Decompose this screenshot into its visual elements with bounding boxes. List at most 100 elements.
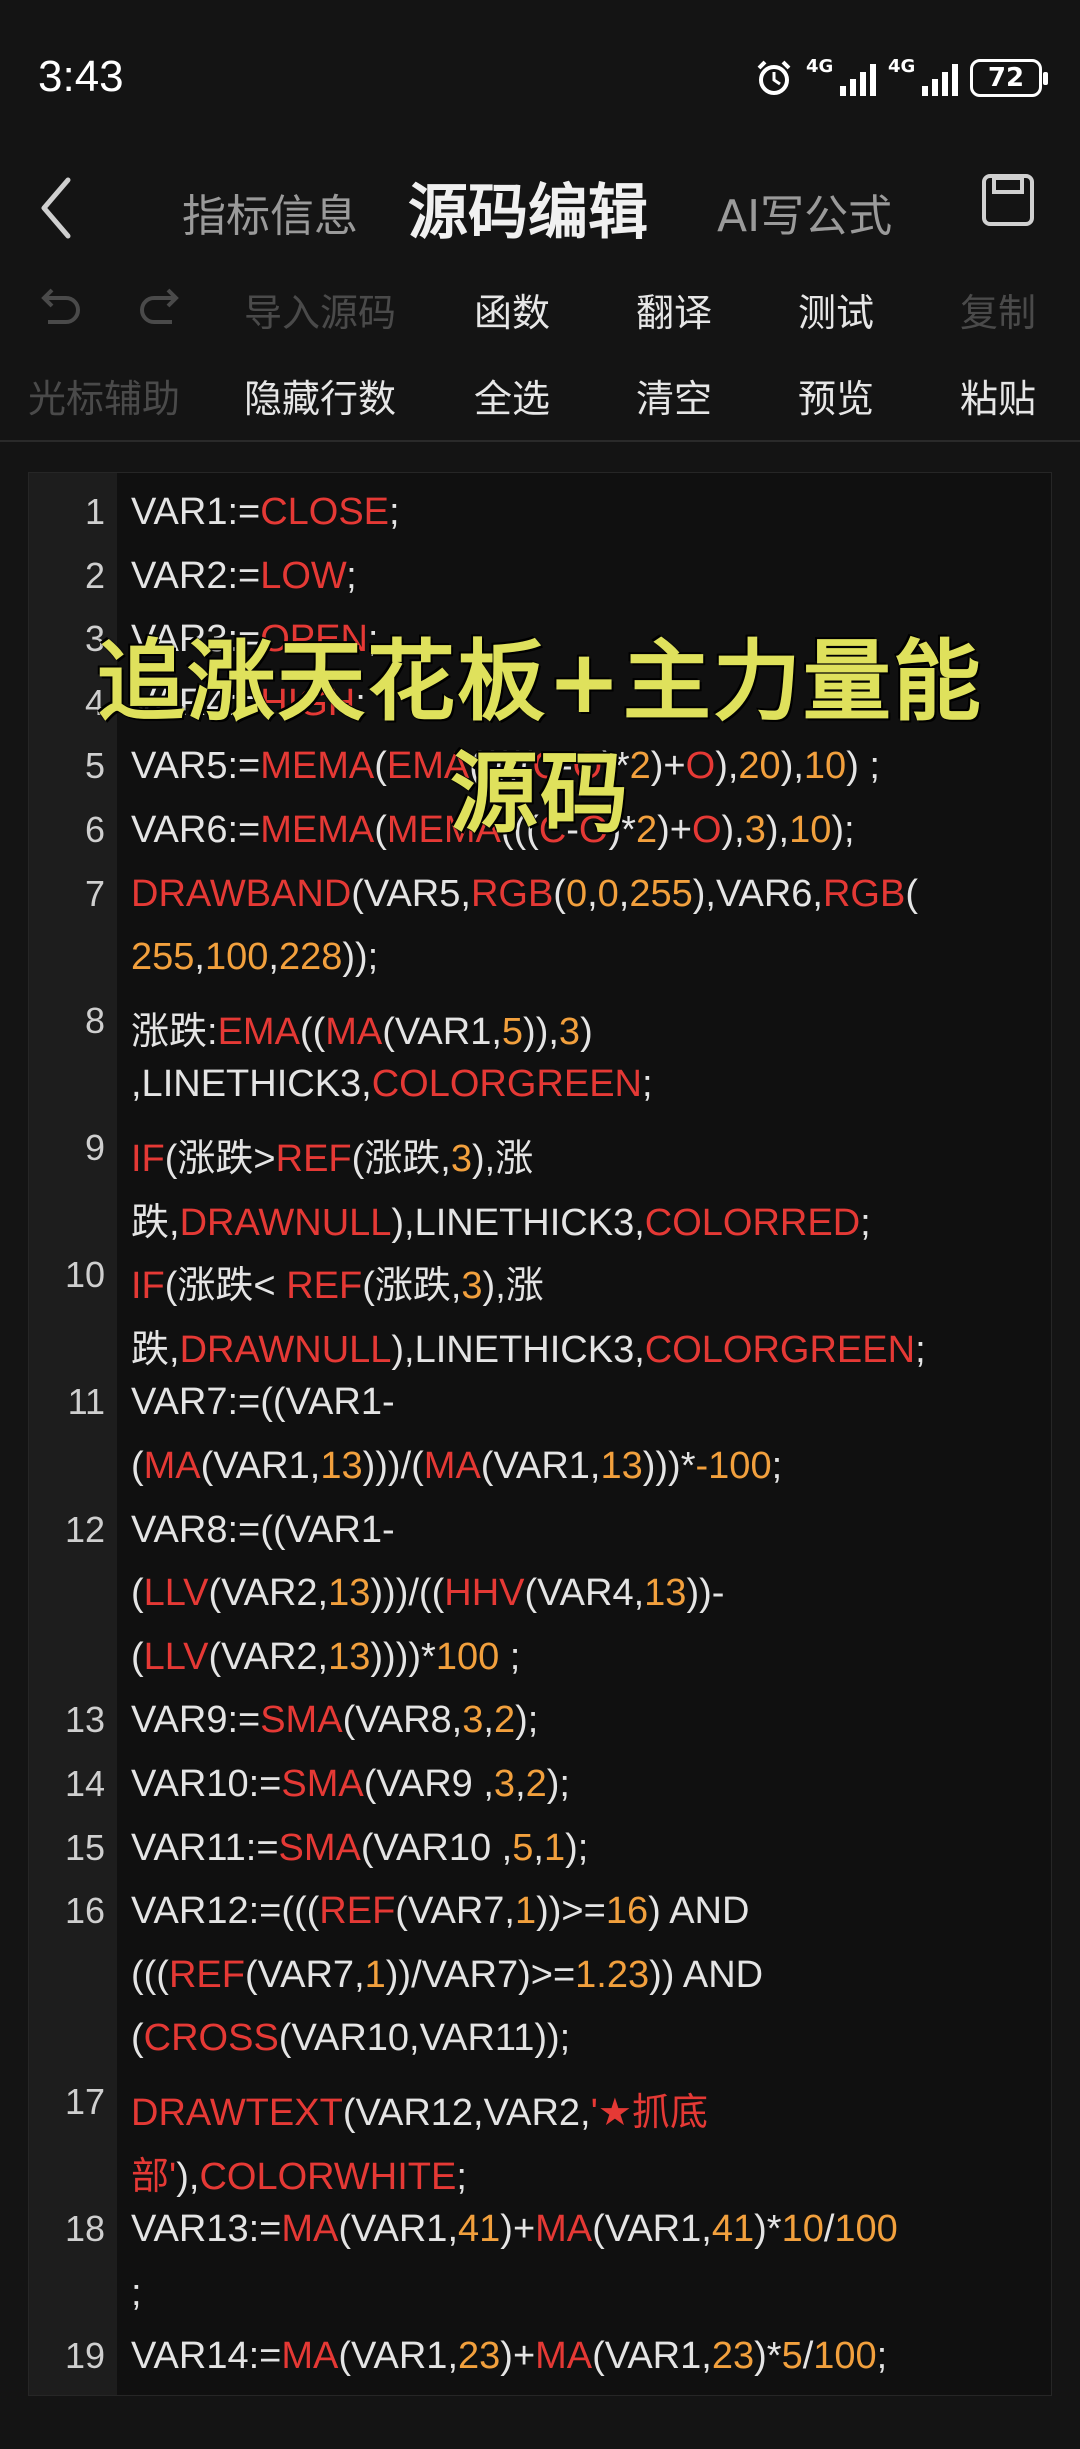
back-arrow-icon[interactable] bbox=[30, 168, 90, 248]
keyword-token: IF bbox=[131, 1265, 165, 1308]
code-line[interactable]: (CROSS(VAR10,VAR11)); bbox=[131, 2017, 570, 2060]
save-icon[interactable] bbox=[978, 170, 1038, 230]
undo-icon[interactable] bbox=[30, 278, 86, 334]
code-line[interactable]: 部'),COLORWHITE; bbox=[131, 2145, 467, 2200]
translate-button[interactable]: 翻译 bbox=[636, 282, 712, 337]
line-number: 13 bbox=[64, 1699, 105, 1741]
code-line[interactable]: DRAWBAND(VAR5,RGB(0,0,255),VAR6,RGB( bbox=[131, 873, 918, 916]
code-line[interactable]: VAR7:=((VAR1- bbox=[131, 1381, 395, 1424]
code-token: ))))* bbox=[370, 1635, 436, 1678]
code-line[interactable]: VAR1:=CLOSE; bbox=[131, 491, 400, 534]
code-token: (VAR12,VAR2, bbox=[342, 2092, 591, 2134]
number-token: 13 bbox=[328, 1635, 371, 1678]
code-token: , bbox=[618, 872, 630, 915]
code-token: (VAR2, bbox=[208, 1635, 329, 1678]
code-line[interactable]: VAR8:=((VAR1- bbox=[131, 1509, 395, 1552]
functions-button[interactable]: 函数 bbox=[474, 282, 550, 337]
keyword-token: CLOSE bbox=[260, 491, 390, 533]
code-token: , bbox=[533, 1826, 544, 1869]
line-number: 15 bbox=[64, 1826, 105, 1868]
code-line[interactable]: IF(涨跌< REF(涨跌,3),涨 bbox=[131, 1254, 544, 1309]
overlay-title-line-2: 源码 bbox=[449, 742, 630, 845]
code-line[interactable]: VAR10:=SMA(VAR9 ,3,2); bbox=[131, 1763, 570, 1806]
status-bar: 3:43 4G 4G 72 bbox=[0, 0, 1080, 150]
code-token: ( bbox=[553, 872, 566, 915]
hide-line-numbers-button[interactable]: 隐藏行数 bbox=[244, 368, 396, 423]
code-token: ))/VAR7)>= bbox=[385, 1953, 576, 1996]
code-token: / bbox=[802, 2335, 814, 2378]
number-token: 5 bbox=[781, 2335, 803, 2378]
code-line[interactable]: VAR14:=MA(VAR1,23)+MA(VAR1,23)*5/100; bbox=[131, 2335, 887, 2378]
number-token: 100 bbox=[204, 936, 269, 979]
copy-button[interactable]: 复制 bbox=[960, 282, 1036, 337]
code-token: (( bbox=[299, 1010, 326, 1053]
code-token: / bbox=[823, 2208, 835, 2251]
code-token: (VAR2, bbox=[208, 1572, 329, 1615]
code-line[interactable]: (MA(VAR1,13)))/(MA(VAR1,13)))*-100; bbox=[131, 1445, 782, 1488]
keyword-token: MA bbox=[423, 1445, 481, 1487]
import-source-button[interactable]: 导入源码 bbox=[244, 282, 396, 337]
code-token: , bbox=[587, 872, 598, 915]
code-line[interactable]: (((REF(VAR7,1))/VAR7)>=1.23)) AND bbox=[131, 1954, 763, 1997]
number-token: 13 bbox=[600, 1445, 643, 1487]
code-line[interactable]: 255,100,228)); bbox=[131, 936, 378, 979]
code-token: ),VAR6, bbox=[692, 872, 823, 915]
code-line[interactable]: (LLV(VAR2,13))))*100 ; bbox=[131, 1636, 520, 1679]
code-token: (VAR1, bbox=[592, 2208, 712, 2251]
code-line[interactable]: VAR2:=LOW; bbox=[131, 555, 357, 598]
code-token: , bbox=[515, 1763, 526, 1805]
code-token: VAR10:= bbox=[131, 1763, 282, 1805]
tab-indicator-info[interactable]: 指标信息 bbox=[182, 180, 358, 244]
code-line[interactable]: DRAWTEXT(VAR12,VAR2,'★抓底 bbox=[131, 2081, 708, 2136]
code-token: (涨跌, bbox=[362, 1265, 462, 1308]
toolbar-row-1: 导入源码 函数 翻译 测试 复制 bbox=[0, 268, 1080, 348]
number-token: 3 bbox=[450, 1138, 472, 1180]
clear-button[interactable]: 清空 bbox=[636, 368, 712, 423]
line-number: 11 bbox=[67, 1381, 105, 1423]
code-token: ; bbox=[876, 2335, 888, 2378]
tab-ai-formula[interactable]: AI写公式 bbox=[717, 180, 892, 244]
code-line[interactable]: (LLV(VAR2,13)))/((HHV(VAR4,13))- bbox=[131, 1572, 724, 1615]
code-token: (VAR8, bbox=[342, 1699, 463, 1742]
test-button[interactable]: 测试 bbox=[798, 282, 874, 337]
code-line[interactable]: VAR11:=SMA(VAR10 ,5,1); bbox=[131, 1827, 588, 1870]
code-line[interactable]: 跌,DRAWNULL),LINETHICK3,COLORRED; bbox=[131, 1191, 871, 1246]
code-token: VAR9:= bbox=[131, 1699, 261, 1742]
line-number: 2 bbox=[84, 554, 105, 596]
select-all-button[interactable]: 全选 bbox=[474, 368, 550, 423]
tab-source-edit[interactable]: 源码编辑 bbox=[408, 164, 648, 251]
cursor-help-button[interactable]: 光标辅助 bbox=[28, 368, 180, 423]
code-token: ; bbox=[499, 1635, 521, 1678]
code-token: )* bbox=[754, 2208, 782, 2251]
code-token: ; bbox=[389, 491, 400, 533]
code-line[interactable]: VAR13:=MA(VAR1,41)+MA(VAR1,41)*10/100 bbox=[131, 2208, 898, 2251]
paste-button[interactable]: 粘贴 bbox=[960, 368, 1036, 423]
code-token: ) bbox=[580, 1010, 593, 1053]
code-line[interactable]: 涨跌:EMA((MA(VAR1,5)),3) bbox=[131, 1000, 593, 1055]
code-line[interactable]: IF(涨跌>REF(涨跌,3),涨 bbox=[131, 1127, 533, 1182]
code-token: ( bbox=[131, 1635, 144, 1678]
redo-icon[interactable] bbox=[134, 278, 190, 334]
number-token: 228 bbox=[278, 936, 343, 979]
keyword-token: IF bbox=[131, 1138, 165, 1180]
code-line[interactable]: 跌,DRAWNULL),LINETHICK3,COLORGREEN; bbox=[131, 1318, 926, 1373]
number-token: 3 bbox=[558, 1010, 581, 1053]
number-token: 23 bbox=[711, 2335, 755, 2378]
preview-button[interactable]: 预览 bbox=[798, 368, 874, 423]
number-token: 2 bbox=[525, 1763, 547, 1805]
code-token: (VAR7, bbox=[244, 1953, 365, 1996]
code-token: (VAR10 , bbox=[360, 1826, 513, 1869]
code-line[interactable]: VAR9:=SMA(VAR8,3,2); bbox=[131, 1699, 538, 1742]
keyword-token: LOW bbox=[260, 554, 347, 597]
code-line[interactable]: VAR12:=(((REF(VAR7,1))>=16) AND bbox=[131, 1890, 749, 1933]
code-line[interactable]: ; bbox=[131, 2272, 142, 2315]
code-token: )))/( bbox=[362, 1445, 424, 1487]
number-token: 100 bbox=[435, 1635, 500, 1678]
code-token: ),LINETHICK3, bbox=[391, 1328, 645, 1371]
keyword-token: HHV bbox=[444, 1572, 525, 1615]
code-token: ; bbox=[642, 1063, 653, 1106]
code-token: (VAR5, bbox=[351, 872, 471, 915]
code-token: (VAR7, bbox=[395, 1890, 515, 1933]
keyword-token: 部' bbox=[131, 2155, 177, 2198]
code-line[interactable]: ,LINETHICK3,COLORGREEN; bbox=[131, 1063, 653, 1106]
